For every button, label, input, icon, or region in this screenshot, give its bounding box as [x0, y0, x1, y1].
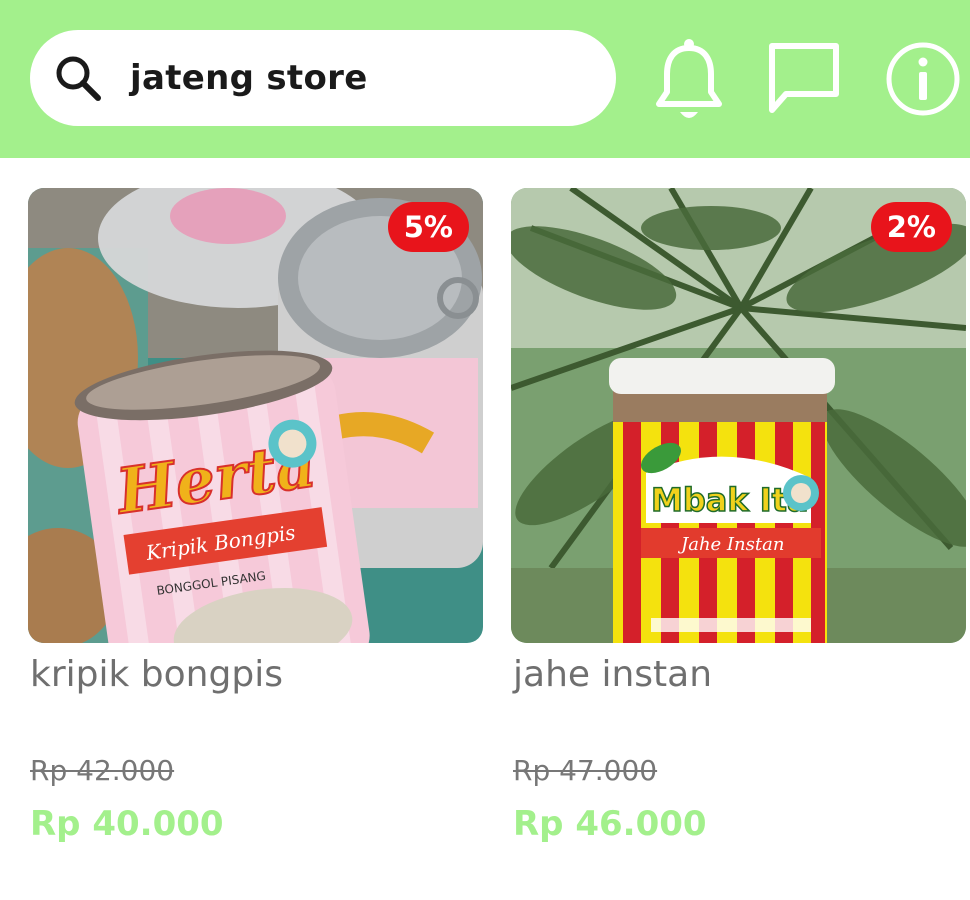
search-icon [56, 56, 101, 101]
product-image[interactable]: Mbak Ita Jahe Instan 2% [511, 188, 966, 643]
product-card[interactable]: Mbak Ita Jahe Instan 2% jahe instan Rp 4… [511, 188, 966, 868]
product-name[interactable]: kripik bongpis [30, 654, 283, 695]
product-card[interactable]: Herta Kripik Bongpis BONGGOL PISANG 5% k… [28, 188, 483, 868]
search-input[interactable]: jateng store [130, 58, 368, 98]
discount-badge: 5% [387, 202, 469, 252]
sale-price: Rp 40.000 [30, 804, 224, 844]
original-price: Rp 42.000 [30, 754, 175, 787]
sale-price: Rp 46.000 [513, 804, 707, 844]
product-photo: Mbak Ita Jahe Instan [511, 188, 966, 643]
product-photo: Herta Kripik Bongpis BONGGOL PISANG [28, 188, 483, 643]
product-image[interactable]: Herta Kripik Bongpis BONGGOL PISANG 5% [28, 188, 483, 643]
original-price: Rp 47.000 [513, 754, 658, 787]
search-bar[interactable]: jateng store [30, 30, 616, 126]
product-name[interactable]: jahe instan [513, 654, 712, 695]
info-icon[interactable] [884, 40, 962, 118]
subtitle-label: Jahe Instan [677, 534, 784, 555]
app-header: jateng store [0, 0, 970, 158]
discount-badge: 2% [870, 202, 952, 252]
chat-icon[interactable] [766, 40, 842, 116]
bell-icon[interactable] [652, 36, 726, 124]
